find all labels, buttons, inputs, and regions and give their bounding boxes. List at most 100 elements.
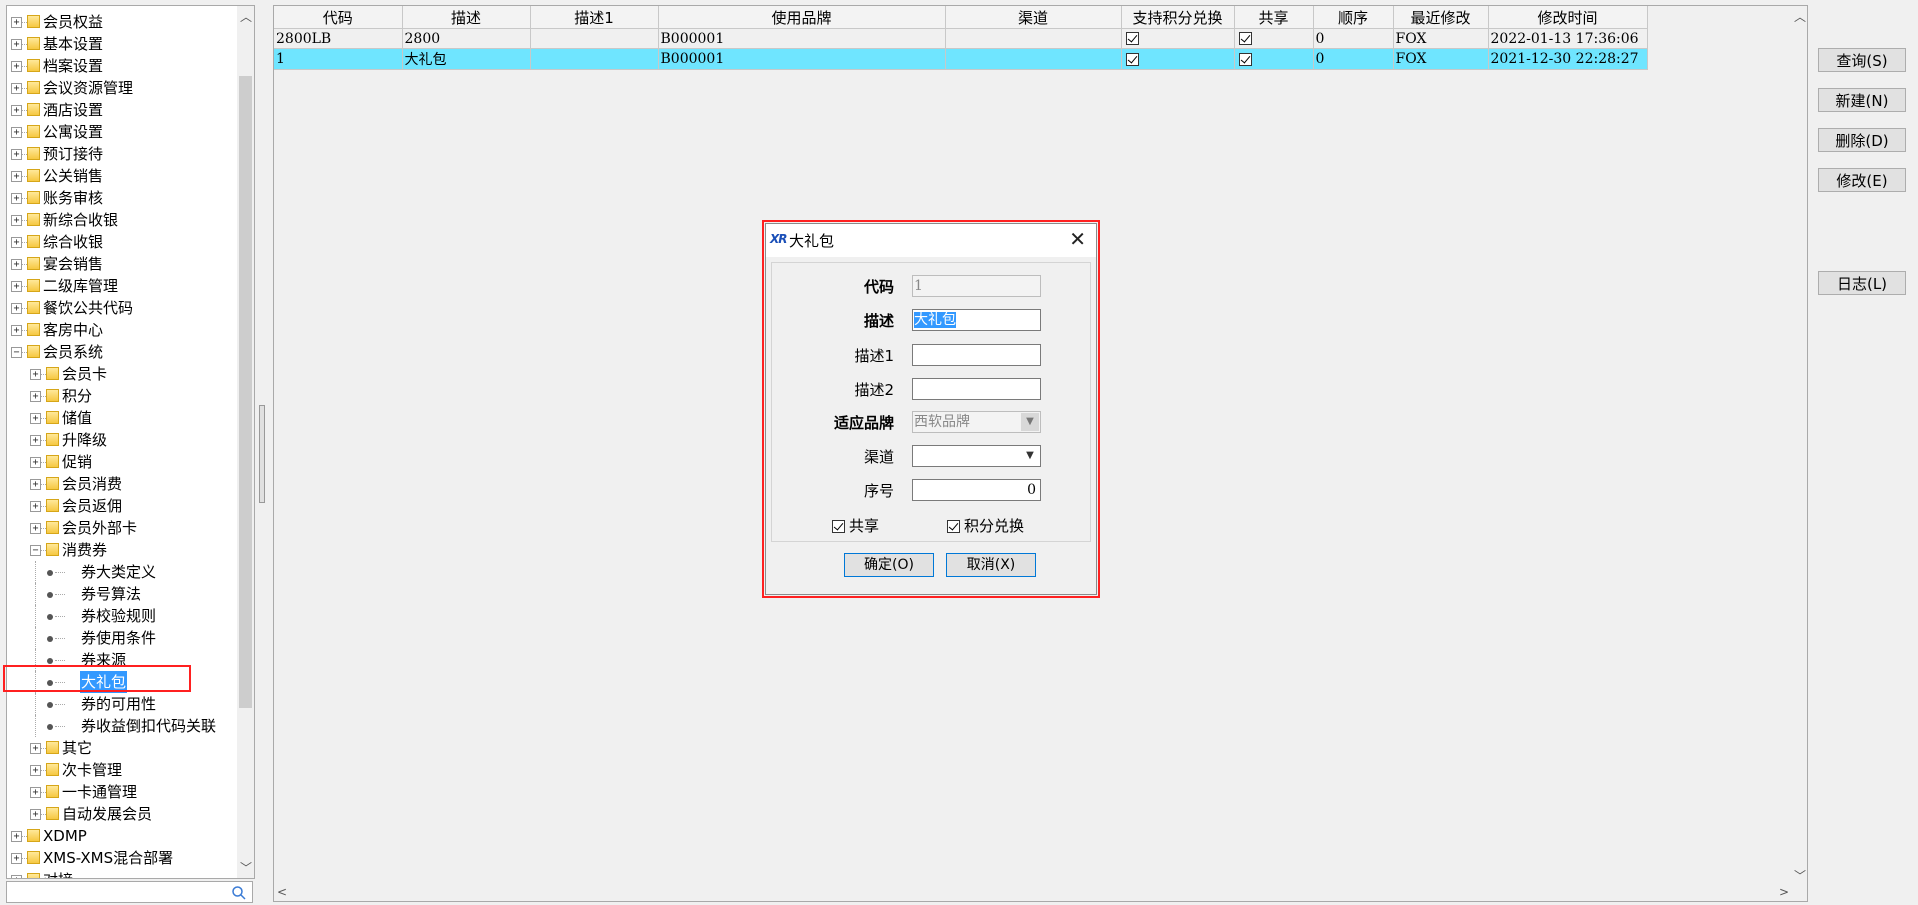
tree-item-label[interactable]: XDMP xyxy=(42,825,88,847)
tree-item[interactable]: + 会员消费 xyxy=(7,473,237,495)
table-cell[interactable] xyxy=(1121,48,1235,70)
column-header[interactable]: 描述1 xyxy=(530,6,659,29)
expand-icon[interactable]: + xyxy=(11,105,22,116)
tree-item-label[interactable]: 积分 xyxy=(61,385,93,407)
tree-item[interactable]: + 二级库管理 xyxy=(7,275,237,297)
tree-item-label[interactable]: 会员返佣 xyxy=(61,495,123,517)
expand-icon[interactable]: + xyxy=(30,765,41,776)
grid-horizontal-scrollbar[interactable]: < > xyxy=(274,884,1792,901)
tree-item-label[interactable]: 自动发展会员 xyxy=(61,803,153,825)
shared-checkbox-box[interactable] xyxy=(832,520,845,533)
expand-icon[interactable]: + xyxy=(11,259,22,270)
tree-item-label[interactable]: 会员权益 xyxy=(42,11,104,33)
table-cell[interactable] xyxy=(945,28,1122,49)
expand-icon[interactable]: + xyxy=(11,875,22,878)
column-header[interactable]: 使用品牌 xyxy=(658,6,946,29)
table-cell[interactable]: B000001 xyxy=(658,48,946,70)
collapse-icon[interactable]: − xyxy=(11,347,22,358)
tree-item[interactable]: + 基本设置 xyxy=(7,33,237,55)
table-cell[interactable]: FOX xyxy=(1393,48,1489,70)
tree-item[interactable]: + 会员返佣 xyxy=(7,495,237,517)
tree-item-label[interactable]: 预订接待 xyxy=(42,143,104,165)
tree-item[interactable]: + 升降级 xyxy=(7,429,237,451)
tree-item-label[interactable]: 对接 xyxy=(42,869,74,878)
dialog-titlebar[interactable]: XR 大礼包 ✕ xyxy=(766,224,1096,257)
tree-item-label[interactable]: 新综合收银 xyxy=(42,209,119,231)
expand-icon[interactable]: + xyxy=(11,17,22,28)
expand-icon[interactable]: + xyxy=(30,501,41,512)
expand-icon[interactable]: + xyxy=(30,809,41,820)
points-checkbox-box[interactable] xyxy=(947,520,960,533)
checkbox-icon[interactable] xyxy=(1238,32,1252,45)
tree-item-label[interactable]: 账务审核 xyxy=(42,187,104,209)
tree-item[interactable]: + 其它 xyxy=(7,737,237,759)
tree-item[interactable]: 券使用条件 xyxy=(7,627,237,649)
table-cell[interactable]: 2021-12-30 22:28:27 xyxy=(1488,48,1648,70)
table-cell[interactable]: B000001 xyxy=(658,28,946,49)
expand-icon[interactable]: + xyxy=(30,369,41,380)
expand-icon[interactable]: + xyxy=(11,853,22,864)
tree-item-label[interactable]: 促销 xyxy=(61,451,93,473)
column-header[interactable]: 共享 xyxy=(1234,6,1314,29)
table-cell[interactable]: 2800 xyxy=(402,28,531,49)
tree-item[interactable]: + 积分 xyxy=(7,385,237,407)
desc2-field[interactable] xyxy=(912,378,1041,400)
tree-item[interactable]: + 储值 xyxy=(7,407,237,429)
tree-item-label[interactable]: 会员卡 xyxy=(61,363,108,385)
scroll-up-icon[interactable]: ︿ xyxy=(1794,8,1806,25)
tree-item[interactable]: + 客房中心 xyxy=(7,319,237,341)
scroll-down-icon[interactable]: ﹀ xyxy=(1794,867,1806,884)
tree-item[interactable]: 券号算法 xyxy=(7,583,237,605)
table-row[interactable]: 1 大礼包 B000001 0 FOX 2021-12-30 22:28:27 xyxy=(274,48,1648,70)
tree-item-label[interactable]: 券使用条件 xyxy=(80,627,157,649)
scroll-left-icon[interactable]: < xyxy=(277,885,287,899)
tree-item[interactable]: 券的可用性 xyxy=(7,693,237,715)
tree-item-label[interactable]: 公关销售 xyxy=(42,165,104,187)
table-cell[interactable]: 0 xyxy=(1313,48,1394,70)
expand-icon[interactable]: + xyxy=(11,83,22,94)
tree-item[interactable]: + 次卡管理 xyxy=(7,759,237,781)
tree-search-input[interactable] xyxy=(6,881,253,903)
tree-item-label[interactable]: 二级库管理 xyxy=(42,275,119,297)
tree-item-label[interactable]: 次卡管理 xyxy=(61,759,123,781)
expand-icon[interactable]: + xyxy=(30,743,41,754)
expand-icon[interactable]: + xyxy=(30,523,41,534)
collapse-icon[interactable]: − xyxy=(30,545,41,556)
expand-icon[interactable]: + xyxy=(30,435,41,446)
column-header[interactable]: 修改时间 xyxy=(1488,6,1648,29)
tree-item[interactable]: + 公寓设置 xyxy=(7,121,237,143)
query-button[interactable]: 查询(S) xyxy=(1818,48,1906,72)
table-cell[interactable] xyxy=(1234,28,1314,49)
tree-item-label[interactable]: 券号算法 xyxy=(80,583,142,605)
tree-item[interactable]: − 会员系统 xyxy=(7,341,237,363)
edit-button[interactable]: 修改(E) xyxy=(1818,168,1906,192)
expand-icon[interactable]: + xyxy=(11,215,22,226)
expand-icon[interactable]: + xyxy=(30,413,41,424)
table-cell[interactable] xyxy=(530,28,659,49)
channel-select[interactable]: ▼ xyxy=(912,445,1041,467)
tree-item[interactable]: + 档案设置 xyxy=(7,55,237,77)
pane-splitter[interactable] xyxy=(259,405,265,503)
table-cell[interactable] xyxy=(1234,48,1314,70)
expand-icon[interactable]: + xyxy=(30,457,41,468)
tree-item-label[interactable]: 券大类定义 xyxy=(80,561,157,583)
chevron-down-icon[interactable]: ▼ xyxy=(1021,447,1039,465)
tree-item[interactable]: − 消费券 xyxy=(7,539,237,561)
column-header[interactable]: 最近修改 xyxy=(1393,6,1489,29)
tree-item-label[interactable]: 会员外部卡 xyxy=(61,517,138,539)
tree-item-label[interactable]: 一卡通管理 xyxy=(61,781,138,803)
column-header[interactable]: 顺序 xyxy=(1313,6,1394,29)
grid-vertical-scrollbar[interactable]: ︿ ﹀ xyxy=(1790,6,1807,886)
log-button[interactable]: 日志(L) xyxy=(1818,271,1906,295)
column-header[interactable]: 渠道 xyxy=(945,6,1122,29)
expand-icon[interactable]: + xyxy=(11,127,22,138)
points-checkbox[interactable]: 积分兑换 xyxy=(947,515,1024,536)
tree-item-label[interactable]: 升降级 xyxy=(61,429,108,451)
tree-item-label[interactable]: 其它 xyxy=(61,737,93,759)
tree-item[interactable]: + 公关销售 xyxy=(7,165,237,187)
tree-item-label[interactable]: 会员消费 xyxy=(61,473,123,495)
table-cell[interactable]: 2022-01-13 17:36:06 xyxy=(1488,28,1648,49)
tree-item[interactable]: + 新综合收银 xyxy=(7,209,237,231)
tree-item-label[interactable]: 酒店设置 xyxy=(42,99,104,121)
column-header[interactable]: 代码 xyxy=(274,6,403,29)
